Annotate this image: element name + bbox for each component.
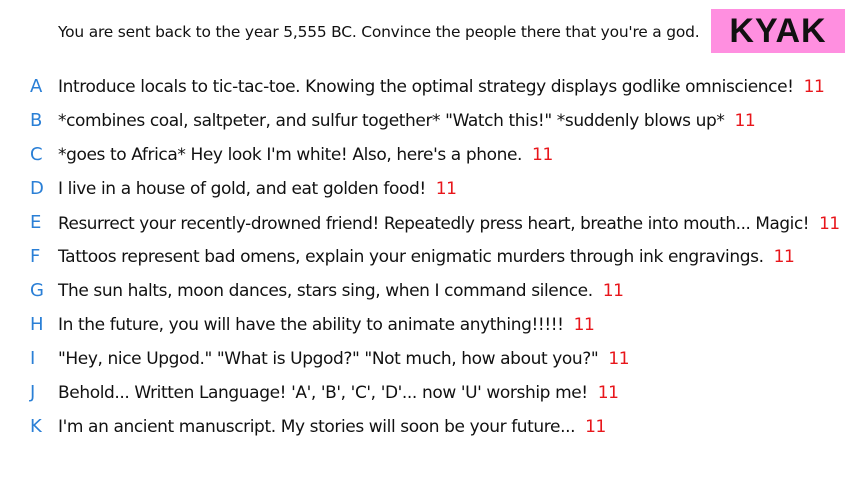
answer-letter: J (30, 382, 36, 403)
answer-letter: G (30, 280, 44, 301)
answer-letter: E (30, 212, 42, 233)
answer-text-wrap: Introduce locals to tic-tac-toe. Knowing… (58, 70, 825, 104)
answer-text-wrap: *goes to Africa* Hey look I'm white! Als… (58, 138, 553, 172)
answer-text: The sun halts, moon dances, stars sing, … (58, 281, 593, 301)
answer-text-wrap: I'm an ancient manuscript. My stories wi… (58, 410, 606, 444)
answer-text-wrap: Resurrect your recently-drowned friend! … (58, 206, 840, 240)
player-badge-label: KYAK (729, 11, 827, 50)
answer-score: 11 (585, 417, 606, 437)
answer-text-wrap: In the future, you will have the ability… (58, 308, 595, 342)
answer-row-j[interactable]: J Behold... Written Language! 'A', 'B', … (0, 376, 853, 410)
answer-row-d[interactable]: D I live in a house of gold, and eat gol… (0, 172, 853, 206)
answer-letter: F (30, 246, 41, 267)
answer-letter: D (30, 178, 44, 199)
answer-text: I live in a house of gold, and eat golde… (58, 179, 426, 199)
answer-score: 11 (435, 179, 457, 199)
answer-letter: C (30, 144, 43, 165)
answer-text-wrap: Behold... Written Language! 'A', 'B', 'C… (58, 376, 619, 410)
answer-score: 11 (608, 349, 630, 369)
answer-row-a[interactable]: A Introduce locals to tic-tac-toe. Knowi… (0, 70, 853, 104)
answer-score: 11 (803, 77, 825, 97)
answer-text: In the future, you will have the ability… (58, 315, 564, 335)
answer-text: Tattoos represent bad omens, explain you… (58, 247, 764, 267)
answer-row-g[interactable]: G The sun halts, moon dances, stars sing… (0, 274, 853, 308)
answer-score: 11 (773, 247, 795, 267)
answer-letter: K (30, 416, 42, 437)
answer-text: *combines coal, saltpeter, and sulfur to… (58, 111, 725, 131)
answer-letter: B (30, 110, 43, 131)
prompt-text: You are sent back to the year 5,555 BC. … (58, 23, 700, 41)
answer-text: *goes to Africa* Hey look I'm white! Als… (58, 145, 523, 165)
answer-score: 11 (597, 383, 619, 403)
answer-row-k[interactable]: K I'm an ancient manuscript. My stories … (0, 410, 853, 444)
answer-row-c[interactable]: C *goes to Africa* Hey look I'm white! A… (0, 138, 853, 172)
answer-text-wrap: "Hey, nice Upgod." "What is Upgod?" "Not… (58, 342, 630, 376)
answer-letter: H (30, 314, 44, 335)
answer-text: Introduce locals to tic-tac-toe. Knowing… (58, 77, 794, 97)
answer-list: A Introduce locals to tic-tac-toe. Knowi… (0, 70, 853, 444)
answer-score: 11 (819, 213, 840, 233)
answer-letter: I (30, 348, 36, 369)
answer-score: 11 (602, 281, 624, 301)
answer-text-wrap: *combines coal, saltpeter, and sulfur to… (58, 104, 756, 138)
answer-text-wrap: The sun halts, moon dances, stars sing, … (58, 274, 624, 308)
answer-score: 11 (734, 111, 756, 131)
answer-text-wrap: Tattoos represent bad omens, explain you… (58, 240, 795, 274)
answer-text: "Hey, nice Upgod." "What is Upgod?" "Not… (58, 349, 599, 369)
answer-text: Behold... Written Language! 'A', 'B', 'C… (58, 383, 588, 403)
answer-text: Resurrect your recently-drowned friend! … (58, 213, 810, 233)
answer-text-wrap: I live in a house of gold, and eat golde… (58, 172, 457, 206)
answer-row-f[interactable]: F Tattoos represent bad omens, explain y… (0, 240, 853, 274)
answer-row-b[interactable]: B *combines coal, saltpeter, and sulfur … (0, 104, 853, 138)
player-badge: KYAK (711, 9, 845, 53)
answer-row-h[interactable]: H In the future, you will have the abili… (0, 308, 853, 342)
answer-row-e[interactable]: E Resurrect your recently-drowned friend… (0, 206, 853, 240)
answer-letter: A (30, 76, 43, 97)
answer-score: 11 (573, 315, 595, 335)
answer-row-i[interactable]: I "Hey, nice Upgod." "What is Upgod?" "N… (0, 342, 853, 376)
answer-text: I'm an ancient manuscript. My stories wi… (58, 417, 576, 437)
answer-score: 11 (532, 145, 553, 165)
